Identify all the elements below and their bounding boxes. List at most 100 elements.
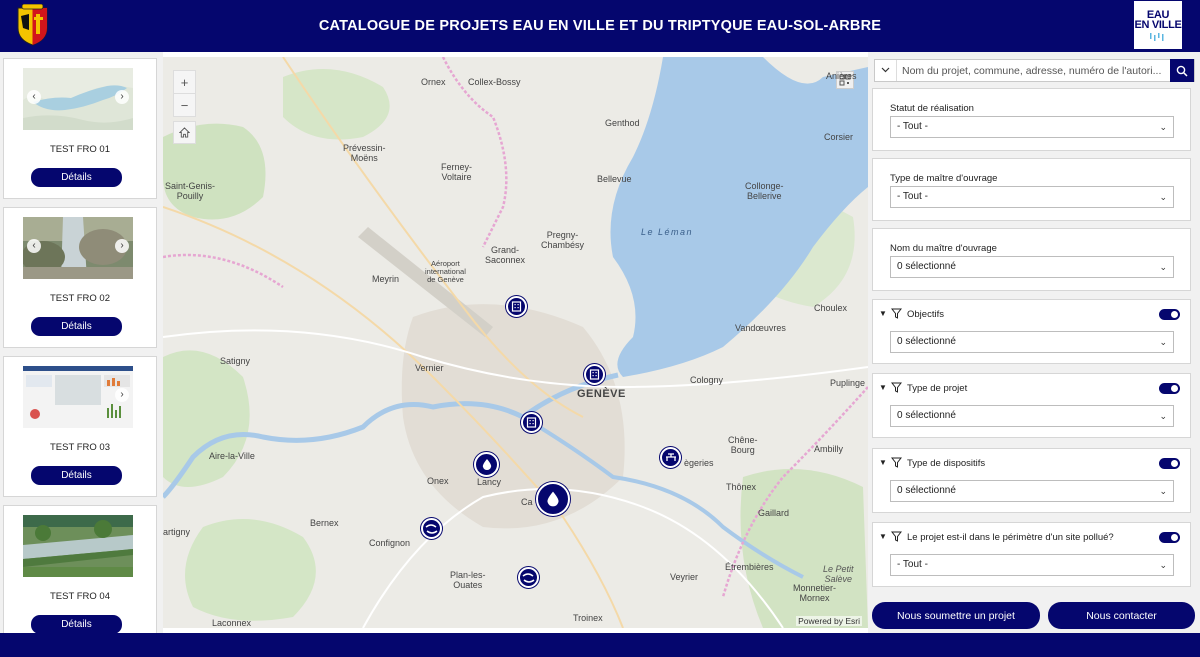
- details-button[interactable]: Détails: [31, 466, 122, 485]
- caret-down-icon[interactable]: ▼: [879, 383, 887, 392]
- filter-select-value: 0 sélectionné: [897, 485, 956, 496]
- search-input[interactable]: [902, 60, 1170, 81]
- filter-project-type: ▼ Type de projet 0 sélectionné ⌄: [872, 373, 1191, 438]
- app-footer: [0, 633, 1200, 657]
- home-button[interactable]: [173, 121, 196, 144]
- filter-label: Type de dispositifs: [907, 458, 986, 469]
- map-label: Confignon: [369, 538, 411, 548]
- search-bar[interactable]: [874, 59, 1195, 82]
- map-label: Bellevue: [597, 174, 632, 184]
- project-title: TEST FRO 03: [49, 442, 110, 453]
- filter-select-value: 0 sélectionné: [897, 410, 956, 421]
- filter-label: Statut de réalisation: [890, 103, 974, 114]
- search-source-dropdown[interactable]: [875, 60, 897, 81]
- filter-label: Nom du maître d'ouvrage: [890, 243, 997, 254]
- chevron-down-icon: ⌄: [1159, 192, 1167, 202]
- filter-toggle[interactable]: [1159, 309, 1180, 320]
- project-card[interactable]: › TEST FRO 03 Détails: [3, 356, 157, 497]
- filter-select[interactable]: - Tout - ⌄: [890, 186, 1174, 208]
- project-list[interactable]: ‹ › TEST FRO 01 Détails ‹ › TEST FRO 02 …: [0, 52, 163, 633]
- filter-select[interactable]: 0 sélectionné ⌄: [890, 480, 1174, 502]
- filter-select[interactable]: - Tout - ⌄: [890, 116, 1174, 138]
- carousel-prev-button[interactable]: ‹: [27, 239, 41, 253]
- filter-select[interactable]: - Tout - ⌄: [890, 554, 1174, 576]
- details-button[interactable]: Détails: [31, 168, 122, 187]
- project-card[interactable]: ‹ › TEST FRO 02 Détails: [3, 207, 157, 348]
- map-attribution[interactable]: Powered by Esri: [796, 616, 862, 626]
- bench-icon: [665, 453, 676, 461]
- filter-toggle[interactable]: [1159, 458, 1180, 469]
- submit-project-button[interactable]: Nous soumettre un projet: [872, 602, 1040, 629]
- map-label: Satigny: [220, 356, 251, 366]
- map-label: Ambilly: [814, 444, 844, 454]
- map-label: Plan-les- Ouates: [450, 570, 486, 590]
- map-label: Vandœuvres: [735, 323, 786, 333]
- caret-down-icon[interactable]: ▼: [879, 458, 887, 467]
- map-label: Choulex: [814, 303, 848, 313]
- map-label: Chêne- Bourg: [728, 435, 758, 455]
- project-thumbnail: ›: [23, 366, 133, 428]
- carousel-next-button[interactable]: ›: [115, 239, 129, 253]
- map-label: Ferney- Voltaire: [441, 162, 473, 182]
- filter-select-value: - Tout -: [897, 121, 928, 132]
- swirl-marker[interactable]: [518, 567, 539, 588]
- filter-select[interactable]: 0 sélectionné ⌄: [890, 405, 1174, 427]
- map-label: Anières: [826, 71, 857, 81]
- filter-select[interactable]: 0 sélectionné ⌄: [890, 256, 1174, 278]
- filter-device-type: ▼ Type de dispositifs 0 sélectionné ⌄: [872, 448, 1191, 513]
- bench-marker[interactable]: [660, 447, 681, 468]
- project-title: TEST FRO 02: [49, 293, 110, 304]
- map-label: Genthod: [605, 118, 640, 128]
- building-marker[interactable]: [521, 412, 542, 433]
- water-drop-marker[interactable]: [474, 452, 499, 477]
- carousel-next-button[interactable]: ›: [115, 388, 129, 402]
- project-title: TEST FRO 04: [49, 591, 110, 602]
- eau-en-ville-logo: EAU EN VILLE: [1134, 1, 1182, 49]
- map-label: Veyrier: [670, 572, 699, 582]
- app-header: CATALOGUE DE PROJETS EAU EN VILLE ET DU …: [0, 0, 1200, 52]
- filter-panel: Statut de réalisation - Tout - ⌄ Type de…: [868, 52, 1200, 633]
- map-label: Le Petit Salève: [823, 564, 854, 584]
- filter-label: Objectifs: [907, 309, 944, 320]
- project-card[interactable]: ‹ › TEST FRO 01 Détails: [3, 58, 157, 199]
- map-label: Meyrin: [372, 274, 400, 284]
- filter-toggle[interactable]: [1159, 383, 1180, 394]
- carousel-prev-button[interactable]: ‹: [27, 90, 41, 104]
- map-label: Monnetier- Mornex: [793, 583, 837, 603]
- logo-line-2: EN VILLE: [1134, 18, 1182, 31]
- filter-toggle[interactable]: [1159, 532, 1180, 543]
- zoom-out-button[interactable]: −: [174, 94, 195, 117]
- caret-down-icon[interactable]: ▼: [879, 532, 887, 541]
- filter-label: Type de projet: [907, 383, 968, 394]
- map-label: Vernier: [415, 363, 444, 373]
- filter-label: Le projet est-il dans le périmètre d'un …: [907, 532, 1114, 543]
- project-card[interactable]: TEST FRO 04 Détails: [3, 505, 157, 633]
- swirl-marker[interactable]: [421, 518, 442, 539]
- swirl-icon: [425, 523, 438, 534]
- map-label: Puplinge: [830, 378, 866, 388]
- search-button[interactable]: [1170, 59, 1194, 82]
- water-drop-marker-large[interactable]: [536, 482, 570, 516]
- filter-objectives: ▼ Objectifs 0 sélectionné ⌄: [872, 299, 1191, 364]
- details-button[interactable]: Détails: [31, 317, 122, 336]
- geneva-crest-icon: [17, 4, 48, 46]
- filter-select[interactable]: 0 sélectionné ⌄: [890, 331, 1174, 353]
- map-label: GENÈVE: [577, 388, 626, 400]
- map-label: Thônex: [726, 482, 757, 492]
- map-view[interactable]: + − Ornex Collex-Bossy Prévessin- Moëns …: [163, 57, 868, 628]
- map-label: Aire-la-Ville: [209, 451, 255, 461]
- details-button[interactable]: Détails: [31, 615, 122, 633]
- caret-down-icon[interactable]: ▼: [879, 309, 887, 318]
- building-marker[interactable]: [584, 364, 605, 385]
- zoom-control[interactable]: + −: [173, 70, 196, 117]
- carousel-next-button[interactable]: ›: [115, 90, 129, 104]
- render-thumbnail-image: [23, 515, 133, 577]
- zoom-in-button[interactable]: +: [174, 71, 195, 94]
- filter-owner-name: Nom du maître d'ouvrage 0 sélectionné ⌄: [872, 228, 1191, 291]
- building-marker[interactable]: [506, 296, 527, 317]
- map-label: Laconnex: [212, 618, 252, 628]
- contact-button[interactable]: Nous contacter: [1048, 602, 1195, 629]
- building-icon: [589, 369, 600, 380]
- map-label: Pregny- Chambésy: [541, 230, 585, 250]
- project-thumbnail: [23, 515, 133, 577]
